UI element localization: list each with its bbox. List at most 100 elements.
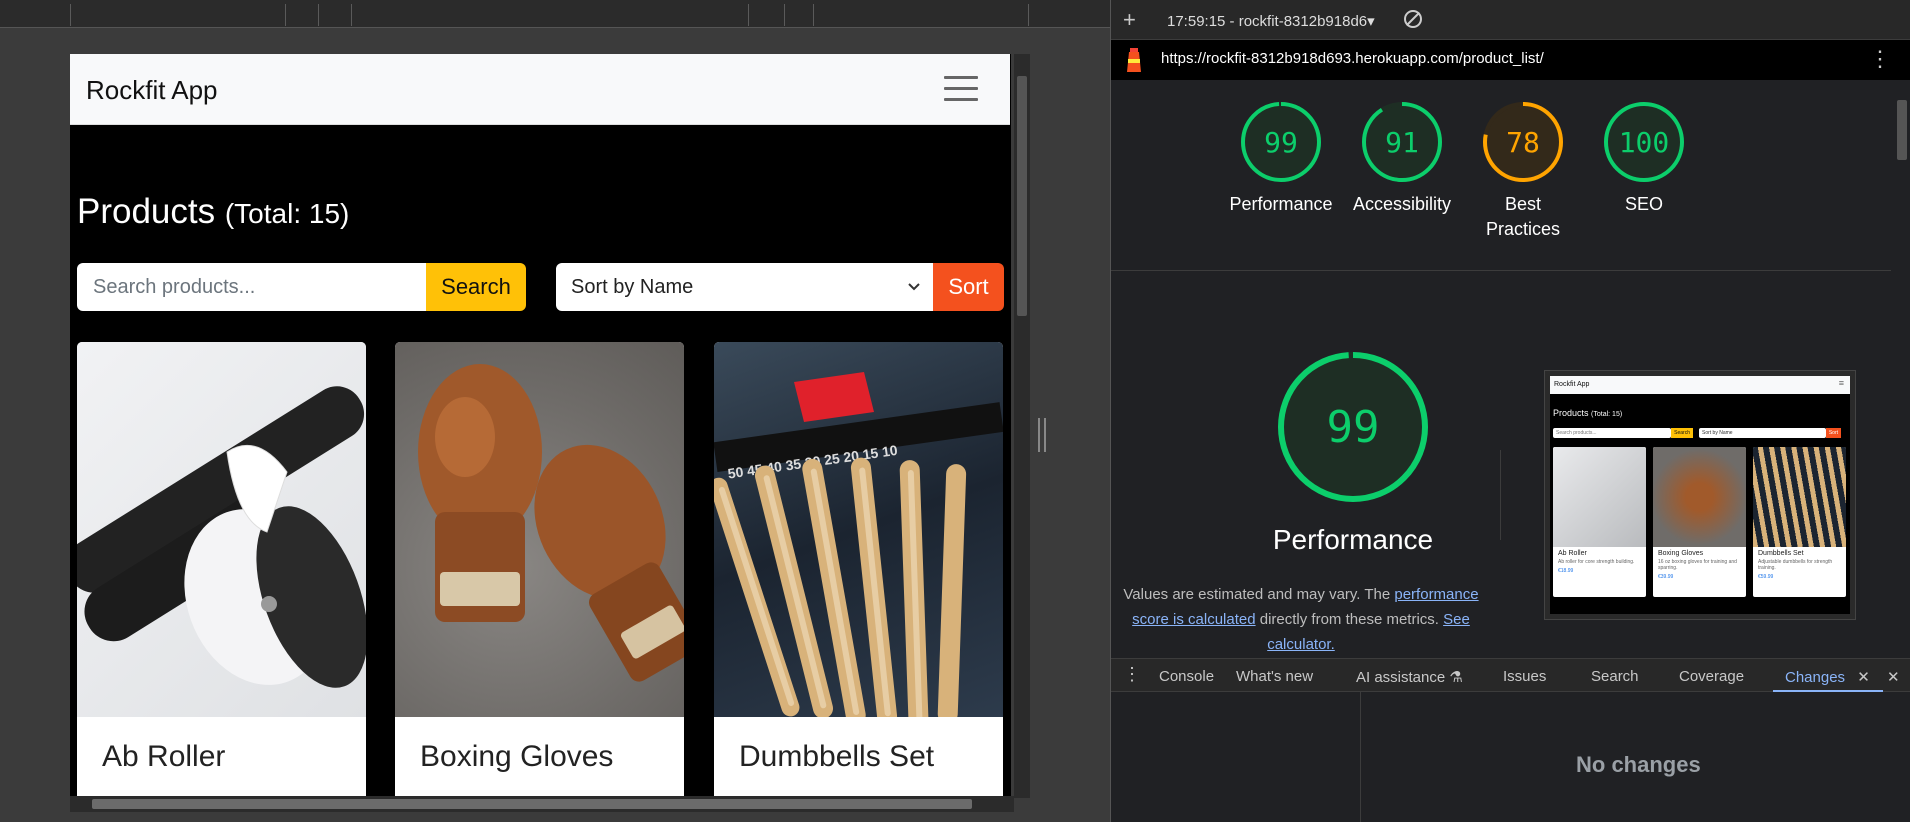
search-input[interactable] [77, 263, 426, 311]
hamburger-bar [944, 76, 978, 79]
thumbnail-cards: Ab Roller Ab roller for core strength bu… [1553, 447, 1847, 597]
ruler-tick [351, 4, 352, 26]
desc-text: directly from these metrics. [1255, 611, 1444, 628]
drawer-tabbar: ⋮ Console What's new AI assistance ⚗ Iss… [1111, 658, 1910, 692]
empty-state-message: No changes [1576, 752, 1701, 777]
score-label: Accessibility [1352, 194, 1452, 214]
thumbnail-card-name: Boxing Gloves [1658, 550, 1704, 557]
ruler-tick [1028, 4, 1029, 26]
devtools-panel: + 17:59:15 - rockfit-8312b918d6⁠⁠▾ https… [1110, 0, 1910, 822]
report-select[interactable]: 17:59:15 - rockfit-8312b918d6⁠⁠▾ [1167, 12, 1375, 30]
tab-whats-new[interactable]: What's new [1236, 668, 1313, 685]
gauge-ring: 91 [1362, 102, 1442, 182]
scrollbar-thumb[interactable] [92, 799, 972, 809]
thumbnail-page: Rockfit App Products (Total: 15) Search … [1550, 376, 1850, 614]
final-screenshot-thumbnail[interactable]: Rockfit App Products (Total: 15) Search … [1544, 370, 1856, 620]
search-button[interactable]: Search [426, 263, 526, 311]
score-label: Performance [1229, 194, 1333, 214]
product-card[interactable]: 50 45 40 35 30 25 20 15 10 [714, 342, 1003, 798]
sort-select[interactable]: Sort by Name [556, 263, 933, 311]
score-gauge-accessibility[interactable]: 91 Accessibility [1342, 100, 1462, 217]
ruler-tick [285, 4, 286, 26]
changes-panel: No changes [1111, 692, 1910, 822]
thumbnail-card: Dumbbells Set Adjustable dumbbells for s… [1753, 447, 1846, 597]
clear-icon[interactable] [1404, 10, 1422, 28]
emulated-device-screen: Rockfit App Products (Total: 15) Search … [70, 54, 1011, 798]
thumbnail-navbar: Rockfit App [1550, 376, 1850, 394]
chevron-down-icon [907, 263, 921, 331]
dumbbells-image [1753, 447, 1846, 547]
drawer-menu-icon[interactable]: ⋮ [1123, 664, 1141, 685]
scrollbar-thumb[interactable] [1897, 100, 1907, 160]
tab-changes[interactable]: Changes ✕ [1785, 668, 1870, 686]
ruler-tick [748, 4, 749, 26]
viewport-vertical-scrollbar[interactable] [1014, 54, 1030, 798]
main-content: Products (Total: 15) Search Sort by Name… [70, 125, 1010, 798]
resize-handle[interactable] [1038, 418, 1046, 452]
svg-text:100: 100 [1619, 126, 1670, 159]
brand-link[interactable]: Rockfit App [86, 75, 218, 106]
thumbnail-search-input: Search products... [1553, 428, 1672, 438]
report-vertical-scrollbar[interactable] [1891, 80, 1910, 658]
ruler-tick [784, 4, 785, 26]
ruler-tick [70, 4, 71, 26]
sort-button[interactable]: Sort [933, 263, 1004, 311]
performance-title: Performance [1272, 524, 1434, 555]
thumbnail-card-desc: Adjustable dumbbells for strength traini… [1758, 559, 1833, 571]
tab-console[interactable]: Console [1159, 668, 1214, 685]
score-label: SEO [1624, 194, 1663, 214]
media-query-ruler[interactable] [0, 0, 1110, 28]
tab-ai-assistance[interactable]: AI assistance ⚗ [1356, 668, 1463, 686]
close-drawer-icon[interactable]: ✕ [1887, 668, 1900, 686]
gauge-ring: 99 [1278, 352, 1428, 502]
boxing-gloves-image [395, 342, 684, 717]
score-label: Best Practices [1485, 194, 1561, 239]
viewport-horizontal-scrollbar[interactable] [70, 796, 1014, 812]
thumbnail-card: Boxing Gloves 16 oz boxing gloves for tr… [1653, 447, 1746, 597]
page-title-text: Products [77, 192, 216, 231]
device-viewport-pane: Rockfit App Products (Total: 15) Search … [0, 0, 1110, 822]
product-name: Dumbbells Set [739, 740, 935, 773]
tab-coverage[interactable]: Coverage [1679, 668, 1744, 685]
plus-icon[interactable]: + [1123, 7, 1136, 33]
page-title: Products (Total: 15) [77, 192, 349, 232]
lighthouse-toolbar: + 17:59:15 - rockfit-8312b918d6⁠⁠▾ [1111, 0, 1910, 40]
hamburger-menu-icon[interactable] [944, 76, 978, 102]
ruler-tick [318, 4, 319, 26]
product-name: Boxing Gloves [420, 740, 614, 773]
score-gauge-performance[interactable]: 99 Performance [1221, 100, 1341, 217]
close-tab-icon[interactable]: ✕ [1857, 669, 1870, 686]
thumbnail-sort-button: Sort [1825, 428, 1841, 438]
report-url-bar: https://rockfit-8312b918d693.herokuapp.c… [1111, 40, 1910, 80]
product-card[interactable]: Boxing Gloves [395, 342, 684, 798]
tab-changes-label: Changes [1785, 669, 1846, 686]
thumbnail-total: (Total: 15) [1591, 411, 1623, 418]
scrollbar-thumb[interactable] [1017, 76, 1027, 316]
product-card[interactable]: Ab Roller [77, 342, 366, 798]
performance-detail-gauge: 99 Performance [1223, 350, 1483, 556]
thumbnail-search-button: Search [1671, 428, 1693, 438]
performance-description: Values are estimated and may vary. The p… [1121, 582, 1481, 657]
thumbnail-card-desc: 16 oz boxing gloves for training and spa… [1658, 559, 1737, 571]
score-gauge-seo[interactable]: 100 SEO [1584, 100, 1704, 217]
thumbnail-card: Ab Roller Ab roller for core strength bu… [1553, 447, 1646, 597]
dumbbells-image: 50 45 40 35 30 25 20 15 10 [714, 342, 1003, 717]
sort-form: Sort by Name Sort [556, 263, 1004, 311]
search-form: Search [77, 263, 526, 311]
svg-text:78: 78 [1506, 126, 1540, 159]
thumbnail-sort-select: Sort by Name [1699, 428, 1826, 438]
more-options-icon[interactable]: ⋮ [1869, 46, 1891, 72]
divider [1111, 270, 1891, 271]
report-url[interactable]: https://rockfit-8312b918d693.herokuapp.c… [1161, 50, 1544, 67]
svg-text:99: 99 [1327, 402, 1380, 453]
navbar: Rockfit App [70, 54, 1010, 125]
hamburger-bar [944, 98, 978, 101]
svg-text:91: 91 [1385, 126, 1419, 159]
tab-search[interactable]: Search [1591, 668, 1639, 685]
tab-issues[interactable]: Issues [1503, 668, 1546, 685]
product-total-count: (Total: 15) [224, 198, 350, 229]
thumbnail-card-name: Ab Roller [1558, 550, 1587, 557]
gauge-ring: 99 [1241, 102, 1321, 182]
score-gauge-best-practices[interactable]: 78 Best Practices [1463, 100, 1583, 242]
thumbnail-card-price: €39.99 [1658, 574, 1674, 580]
